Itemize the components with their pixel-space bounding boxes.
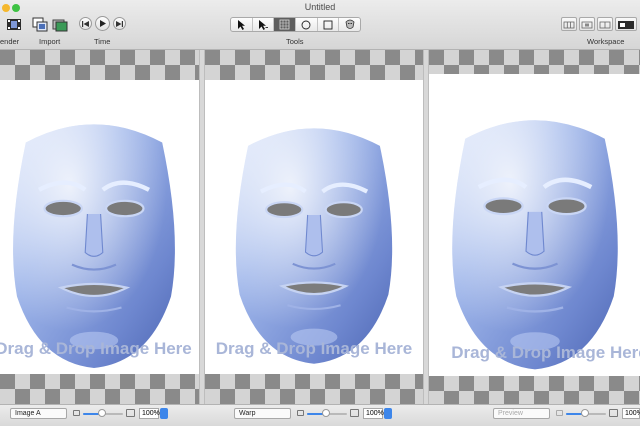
- square-tool[interactable]: [318, 18, 340, 31]
- zoom-dropdown-arrow[interactable]: [384, 408, 392, 419]
- import-image-icon[interactable]: [32, 16, 48, 32]
- zoom-in-icon[interactable]: [350, 409, 359, 417]
- drop-zone-text: Drag & Drop Image Here: [0, 339, 192, 358]
- square-tool-icon: [323, 20, 333, 29]
- previous-icon: [82, 20, 89, 27]
- window-toolbar: Untitled ender Import Time Tools Workspa…: [0, 0, 640, 50]
- mask-tool-icon: [345, 19, 355, 29]
- mesh-tool[interactable]: [274, 18, 297, 31]
- select-add-tool[interactable]: [253, 18, 275, 31]
- face-mask-image: [445, 100, 625, 380]
- transparency-checker-bottom: [0, 374, 199, 404]
- face-mask-image: [229, 104, 399, 379]
- layout-preview-icon: [581, 21, 593, 29]
- workspace-layout-3-button[interactable]: [597, 17, 613, 31]
- tools-segmented-control: [230, 17, 361, 32]
- zoom-slider-knob[interactable]: [98, 409, 106, 417]
- zoom-slider-knob[interactable]: [322, 409, 330, 417]
- mask-tool[interactable]: [339, 18, 360, 31]
- zoom-out-icon[interactable]: [73, 410, 80, 416]
- layout-two-panes-icon: [599, 21, 611, 29]
- face-mask-image: [6, 104, 182, 379]
- play-button[interactable]: [95, 16, 110, 31]
- image-a-panel[interactable]: Drag & Drop Image Here: [0, 50, 199, 404]
- transparency-checker-top: [205, 50, 423, 80]
- workspace-label: Workspace: [587, 37, 625, 46]
- workspace-layout-1-button[interactable]: [561, 17, 577, 31]
- preview-panel[interactable]: Drag & Drop Image Here: [429, 50, 640, 404]
- layout-fullscreen-icon: [618, 21, 634, 29]
- transparency-checker-top: [429, 50, 640, 74]
- arrow-select-icon: [238, 19, 246, 30]
- import-folder-icon[interactable]: [52, 16, 68, 32]
- circle-tool-icon: [301, 20, 311, 29]
- face-mesh-icon: [279, 19, 290, 30]
- layout-three-panes-icon: [563, 21, 575, 29]
- zoom-slider-knob[interactable]: [581, 409, 589, 417]
- drop-zone-text: Drag & Drop Image Here: [215, 339, 413, 358]
- image-a-select[interactable]: Image A: [10, 408, 67, 419]
- tools-label: Tools: [286, 37, 304, 46]
- zoom-slider[interactable]: [307, 409, 347, 417]
- warp-select[interactable]: Warp: [234, 408, 291, 419]
- next-icon: [116, 20, 123, 27]
- warp-panel[interactable]: Drag & Drop Image Here: [205, 50, 423, 404]
- workspace-layout-2-button[interactable]: [579, 17, 595, 31]
- drop-zone-text: Drag & Drop Image Here: [451, 343, 640, 362]
- zoom-in-icon[interactable]: [609, 409, 618, 417]
- bottom-status-bar: Image A 100% Warp 100% Preview 100%: [0, 404, 640, 426]
- zoom-value[interactable]: 100%: [363, 408, 384, 419]
- zoom-in-icon[interactable]: [126, 409, 135, 417]
- transparency-checker-top: [0, 50, 199, 80]
- zoom-slider[interactable]: [566, 409, 606, 417]
- zoom-slider[interactable]: [83, 409, 123, 417]
- import-label: Import: [39, 37, 61, 46]
- workspace-layout-4-button[interactable]: [615, 17, 637, 31]
- next-frame-button[interactable]: [113, 17, 126, 30]
- render-icon[interactable]: [6, 16, 22, 32]
- select-tool[interactable]: [231, 18, 253, 31]
- arrow-plus-select-icon: [259, 19, 268, 30]
- time-label: Time: [94, 37, 111, 46]
- zoom-value[interactable]: 100%: [622, 408, 640, 419]
- render-label: ender: [0, 37, 20, 46]
- zoom-dropdown-arrow[interactable]: [160, 408, 168, 419]
- preview-select[interactable]: Preview: [493, 408, 550, 419]
- previous-frame-button[interactable]: [79, 17, 92, 30]
- play-icon: [100, 20, 106, 27]
- transparency-checker-bottom: [429, 376, 640, 404]
- zoom-value[interactable]: 100%: [139, 408, 160, 419]
- zoom-out-icon[interactable]: [297, 410, 304, 416]
- zoom-out-icon[interactable]: [556, 410, 563, 416]
- window-title: Untitled: [304, 2, 336, 12]
- circle-tool[interactable]: [296, 18, 318, 31]
- transparency-checker-bottom: [205, 374, 423, 404]
